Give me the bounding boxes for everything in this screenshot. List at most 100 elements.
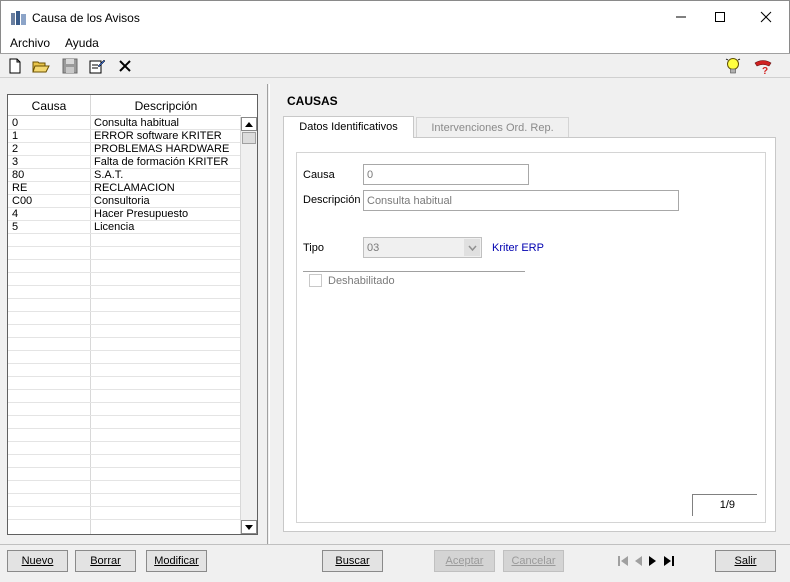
empty-row[interactable] [8, 325, 241, 338]
grid-scrollbar[interactable] [240, 117, 257, 534]
empty-row[interactable] [8, 377, 241, 390]
descripcion-field[interactable]: Consulta habitual [363, 190, 679, 211]
empty-row[interactable] [8, 455, 241, 468]
cell-causa: 4 [12, 208, 19, 220]
cell-descripcion: ERROR software KRITER [94, 130, 222, 142]
nuevo-button[interactable]: Nuevo [7, 550, 68, 572]
tipo-value: 03 [367, 242, 380, 254]
cell-descripcion: Falta de formación KRITER [94, 156, 229, 168]
modificar-button[interactable]: Modificar [146, 550, 207, 572]
cancelar-button[interactable]: Cancelar [503, 550, 564, 572]
minimize-icon [675, 16, 686, 18]
last-record-button[interactable] [662, 553, 676, 569]
help-icon: ? [754, 60, 772, 75]
close-icon [760, 11, 771, 23]
chevron-down-icon [467, 245, 477, 251]
edit-icon [89, 59, 105, 74]
scroll-thumb[interactable] [242, 132, 256, 144]
empty-row[interactable] [8, 234, 241, 247]
tip-button[interactable] [724, 57, 742, 75]
causa-field[interactable]: 0 [363, 164, 529, 185]
previous-record-button[interactable] [631, 553, 645, 569]
empty-row[interactable] [8, 260, 241, 273]
scroll-up-button[interactable] [241, 117, 257, 131]
new-button[interactable] [6, 57, 24, 75]
tipo-select[interactable]: 03 [363, 237, 482, 258]
first-record-button[interactable] [616, 553, 630, 569]
table-row[interactable]: 0 Consulta habitual [8, 117, 241, 130]
cell-descripcion: PROBLEMAS HARDWARE [94, 143, 230, 155]
arrow-up-icon [245, 121, 253, 127]
svg-text:?: ? [762, 66, 768, 75]
scroll-down-button[interactable] [241, 520, 257, 534]
deshabilitado-checkbox[interactable] [309, 274, 322, 287]
salir-button[interactable]: Salir [715, 550, 776, 572]
maximize-button[interactable] [697, 1, 742, 33]
help-button[interactable]: ? [754, 57, 772, 75]
empty-row[interactable] [8, 364, 241, 377]
buscar-button[interactable]: Buscar [322, 550, 383, 572]
new-icon [9, 58, 21, 74]
cell-descripcion: S.A.T. [94, 169, 124, 181]
menu-archivo[interactable]: Archivo [10, 36, 50, 50]
empty-row[interactable] [8, 338, 241, 351]
cell-descripcion: Consulta habitual [94, 117, 180, 129]
delete-button[interactable] [116, 57, 134, 75]
causas-grid[interactable]: Causa Descripción 0 Consulta habitual 1 ERR… [7, 94, 258, 535]
empty-row[interactable] [8, 481, 241, 494]
arrow-down-icon [245, 524, 253, 530]
tab-panel: Causa 0 Descripción Consulta habitual Ti… [283, 137, 776, 532]
tipo-dropdown-button[interactable] [464, 239, 480, 256]
empty-row[interactable] [8, 468, 241, 481]
table-row[interactable]: 1 ERROR software KRITER [8, 130, 241, 143]
title-bar: Causa de los Avisos [0, 0, 790, 34]
panel-splitter[interactable] [267, 84, 270, 544]
header-descripcion[interactable]: Descripción [91, 99, 241, 113]
open-button[interactable] [32, 57, 50, 75]
save-icon [62, 58, 78, 74]
cell-causa: 80 [12, 169, 25, 181]
table-row[interactable]: C00 Consultoria [8, 195, 241, 208]
edit-button[interactable] [88, 57, 106, 75]
cell-causa: C00 [12, 195, 33, 207]
empty-row[interactable] [8, 299, 241, 312]
grid-rows: 0 Consulta habitual 1 ERROR software KRITER… [8, 117, 241, 520]
save-button[interactable] [61, 57, 79, 75]
empty-row[interactable] [8, 416, 241, 429]
menu-ayuda[interactable]: Ayuda [65, 36, 99, 50]
delete-icon [119, 60, 131, 72]
app-icon [11, 11, 26, 25]
empty-row[interactable] [8, 442, 241, 455]
table-row[interactable]: 80 S.A.T. [8, 169, 241, 182]
table-row[interactable]: 4 Hacer Presupuesto [8, 208, 241, 221]
tipo-description: Kriter ERP [492, 242, 544, 254]
empty-row[interactable] [8, 312, 241, 325]
cell-descripcion: RECLAMACION [94, 182, 175, 194]
empty-row[interactable] [8, 273, 241, 286]
bottom-button-bar: Nuevo Borrar Modificar Buscar Aceptar Ca… [0, 544, 790, 582]
header-causa[interactable]: Causa [8, 99, 90, 113]
aceptar-button[interactable]: Aceptar [434, 550, 495, 572]
empty-row[interactable] [8, 494, 241, 507]
table-row[interactable]: 2 PROBLEMAS HARDWARE [8, 143, 241, 156]
empty-row[interactable] [8, 351, 241, 364]
borrar-button[interactable]: Borrar [75, 550, 136, 572]
empty-row[interactable] [8, 403, 241, 416]
table-row[interactable]: 5 Licencia [8, 221, 241, 234]
close-button[interactable] [743, 1, 788, 33]
tipo-label: Tipo [303, 242, 324, 254]
empty-row[interactable] [8, 429, 241, 442]
cell-causa: 3 [12, 156, 19, 168]
table-row[interactable]: 3 Falta de formación KRITER [8, 156, 241, 169]
next-record-button[interactable] [646, 553, 660, 569]
table-row[interactable]: RE RECLAMACION [8, 182, 241, 195]
first-record-icon [618, 556, 628, 566]
causa-label: Causa [303, 169, 335, 181]
empty-row[interactable] [8, 247, 241, 260]
empty-row[interactable] [8, 286, 241, 299]
grid-header: Causa Descripción [8, 95, 241, 116]
tab-intervenciones[interactable]: Intervenciones Ord. Rep. [416, 117, 569, 137]
empty-row[interactable] [8, 390, 241, 403]
tab-datos-identificativos[interactable]: Datos Identificativos [283, 116, 414, 138]
empty-row[interactable] [8, 507, 241, 520]
